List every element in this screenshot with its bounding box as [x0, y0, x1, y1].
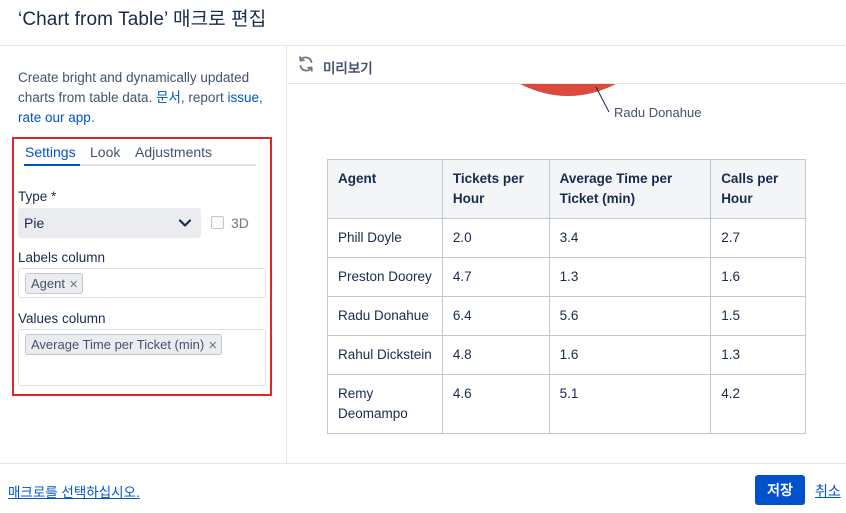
table-cell: 1.5 — [710, 296, 806, 336]
active-tab-indicator — [24, 164, 80, 166]
values-column-label: Values column — [18, 311, 106, 326]
rate-app-link[interactable]: rate our app — [18, 110, 91, 125]
type-select-value: Pie — [24, 215, 45, 231]
table-header-cell: Average Time per Ticket (min) — [548, 159, 712, 219]
cancel-button[interactable]: 취소 — [815, 481, 841, 501]
table-header-cell: Tickets per Hour — [441, 159, 550, 219]
table-row: Rahul Dickstein 4.8 1.6 1.3 — [327, 335, 806, 375]
description-period: . — [90, 110, 95, 125]
3d-checkbox[interactable] — [211, 216, 224, 229]
report-issue-link[interactable]: issue — [227, 90, 259, 105]
description-sep: , — [258, 90, 263, 105]
source-data-table: Agent Tickets per Hour Average Time per … — [327, 159, 806, 434]
table-cell: 4.8 — [441, 335, 550, 375]
table-cell: 3.4 — [548, 218, 712, 258]
footer-divider — [0, 463, 846, 464]
table-cell: Remy Deomampo — [327, 374, 443, 434]
remove-tag-icon[interactable]: ✕ — [69, 279, 78, 291]
table-row: Remy Deomampo 4.6 5.1 4.2 — [327, 374, 806, 434]
table-cell: 4.6 — [441, 374, 550, 434]
pie-slice-label: Radu Donahue — [614, 105, 702, 120]
table-row: Preston Doorey 4.7 1.3 1.6 — [327, 257, 806, 297]
table-header-row: Agent Tickets per Hour Average Time per … — [327, 159, 806, 219]
table-cell: Phill Doyle — [327, 218, 443, 258]
table-cell: 2.7 — [710, 218, 806, 258]
table-cell: 2.0 — [441, 218, 550, 258]
tab-settings[interactable]: Settings — [25, 144, 76, 160]
table-cell: Radu Donahue — [327, 296, 443, 336]
docs-link[interactable]: 문서 — [156, 90, 181, 105]
values-column-tag: Average Time per Ticket (min) ✕ — [25, 334, 223, 355]
labels-column-input[interactable]: Agent ✕ — [18, 268, 266, 298]
remove-tag-icon[interactable]: ✕ — [208, 340, 217, 352]
table-cell: 1.3 — [548, 257, 712, 297]
table-cell: 4.7 — [441, 257, 550, 297]
preview-label: 미리보기 — [323, 61, 373, 76]
table-cell: 6.4 — [441, 296, 550, 336]
save-button[interactable]: 저장 — [755, 475, 805, 505]
header-divider — [0, 45, 846, 46]
description-text-2: , report — [180, 90, 228, 105]
select-macro-link[interactable]: 매크로를 선택하십시오. — [8, 481, 140, 501]
tab-adjustments[interactable]: Adjustments — [135, 144, 212, 160]
settings-tabs: Settings Look Adjustments — [24, 144, 256, 166]
pie-label-connector — [595, 86, 610, 113]
table-cell: Preston Doorey — [327, 257, 443, 297]
dialog-title: ‘Chart from Table’ 매크로 편집 — [18, 9, 267, 30]
labels-column-tag: Agent ✕ — [25, 273, 84, 294]
table-row: Radu Donahue 6.4 5.6 1.5 — [327, 296, 806, 336]
table-cell: 1.6 — [548, 335, 712, 375]
table-cell: 1.6 — [710, 257, 806, 297]
tag-label: Average Time per Ticket (min) — [31, 337, 205, 352]
labels-column-label: Labels column — [18, 250, 106, 265]
table-cell: 5.1 — [548, 374, 712, 434]
values-column-input[interactable]: Average Time per Ticket (min) ✕ — [18, 329, 266, 386]
table-cell: 4.2 — [710, 374, 806, 434]
table-header-cell: Agent — [327, 159, 443, 219]
tag-label: Agent — [31, 276, 65, 291]
table-row: Phill Doyle 2.0 3.4 2.7 — [327, 218, 806, 258]
table-cell: Rahul Dickstein — [327, 335, 443, 375]
tab-look[interactable]: Look — [90, 144, 120, 160]
table-header-cell: Calls per Hour — [710, 159, 806, 219]
macro-description: Create bright and dynamically updated ch… — [18, 68, 273, 128]
panel-divider — [286, 45, 287, 463]
table-cell: 5.6 — [548, 296, 712, 336]
table-cell: 1.3 — [710, 335, 806, 375]
chevron-down-icon — [178, 219, 192, 227]
3d-checkbox-label: 3D — [231, 215, 249, 231]
type-select[interactable]: Pie — [18, 208, 201, 238]
refresh-icon[interactable] — [297, 55, 315, 73]
type-label: Type * — [18, 189, 57, 204]
